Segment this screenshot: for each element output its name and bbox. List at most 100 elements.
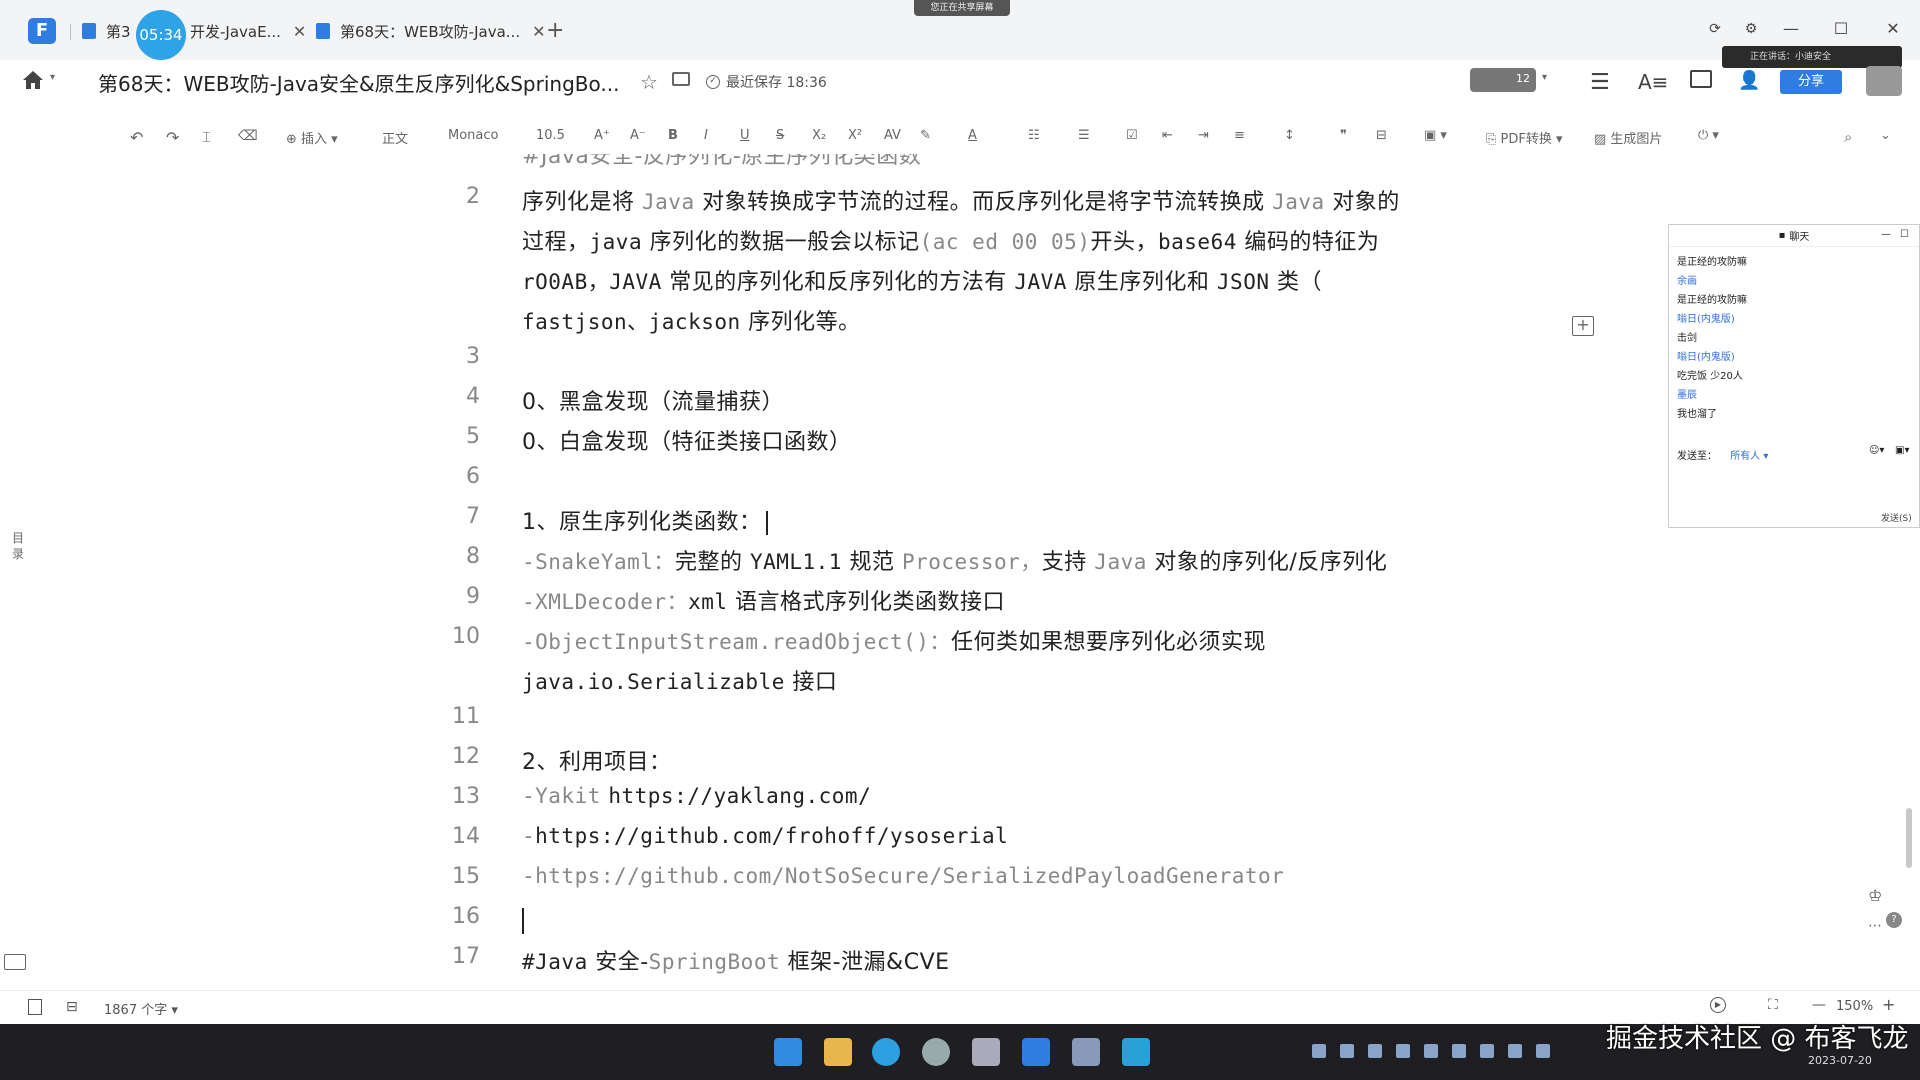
- fullscreen-icon[interactable]: ⛶: [1768, 997, 1778, 1013]
- scrollbar-thumb[interactable]: [1906, 808, 1912, 868]
- emoji-icon[interactable]: ☺▾: [1869, 445, 1884, 456]
- pdf-convert-button[interactable]: ⎘ PDF转换 ▾: [1486, 128, 1563, 147]
- send-button[interactable]: 发送(S): [1881, 511, 1912, 524]
- file-explorer-icon[interactable]: [824, 1038, 852, 1066]
- refresh-icon[interactable]: ⟳: [1700, 14, 1730, 44]
- page-layout-icon[interactable]: ⊟: [66, 999, 78, 1015]
- underline-icon[interactable]: U: [740, 128, 750, 143]
- send-to-select[interactable]: 所有人: [1730, 451, 1760, 462]
- tab-item-3[interactable]: 第68天：WEB攻防-Java... ✕: [316, 16, 546, 46]
- chevron-down-icon[interactable]: ⌄: [1880, 128, 1891, 143]
- tray-icon[interactable]: [1312, 1044, 1326, 1058]
- tray-icon[interactable]: [1536, 1044, 1550, 1058]
- italic-icon[interactable]: I: [704, 128, 708, 143]
- close-window-button[interactable]: ✕: [1878, 14, 1908, 44]
- word-count[interactable]: 1867 个字 ▾: [104, 999, 178, 1018]
- redo-icon[interactable]: ↷: [166, 128, 179, 147]
- tray-icon[interactable]: [1424, 1044, 1438, 1058]
- generate-image-button[interactable]: ▨ 生成图片: [1594, 128, 1662, 147]
- numbered-list-icon[interactable]: ☰: [1078, 128, 1090, 143]
- bold-icon[interactable]: B: [668, 128, 678, 143]
- char-spacing-icon[interactable]: AV: [884, 128, 901, 143]
- font-color-icon[interactable]: A: [968, 128, 977, 143]
- quote-icon[interactable]: ❞: [1340, 128, 1347, 143]
- tab-item-2[interactable]: 开发-JavaE... ✕: [190, 16, 306, 46]
- new-tab-button[interactable]: +: [546, 18, 564, 43]
- toc-sidebar-toggle[interactable]: 目录: [12, 530, 28, 562]
- tray-icon[interactable]: [1340, 1044, 1354, 1058]
- add-comment-icon[interactable]: +: [1572, 316, 1594, 336]
- chevron-down-icon[interactable]: ▾: [50, 72, 55, 83]
- start-menu-icon[interactable]: [774, 1038, 802, 1066]
- present-icon[interactable]: [1690, 70, 1712, 88]
- folder-icon[interactable]: [672, 72, 690, 86]
- zoom-level[interactable]: 150%: [1836, 999, 1873, 1014]
- add-user-icon[interactable]: 👤: [1738, 70, 1760, 91]
- play-icon[interactable]: ▶: [1710, 997, 1726, 1013]
- home-icon[interactable]: [22, 70, 44, 90]
- docs-app-icon[interactable]: [1022, 1038, 1050, 1066]
- app-logo-icon[interactable]: F: [28, 18, 56, 44]
- keyboard-icon[interactable]: [4, 954, 26, 970]
- image-icon[interactable]: ▣ ▾: [1424, 128, 1447, 143]
- meeting-app-icon[interactable]: [1122, 1038, 1150, 1066]
- tray-icon[interactable]: [1396, 1044, 1410, 1058]
- chrome-icon[interactable]: [922, 1038, 950, 1066]
- subscript-icon[interactable]: X₂: [812, 128, 826, 143]
- zoom-in-button[interactable]: +: [1882, 995, 1895, 1014]
- align-icon[interactable]: ≡: [1234, 128, 1245, 143]
- highlight-icon[interactable]: ✎: [920, 128, 931, 143]
- menu-icon[interactable]: ☰: [1590, 70, 1610, 95]
- tray-icon[interactable]: [1508, 1044, 1522, 1058]
- app-icon[interactable]: [972, 1038, 1000, 1066]
- share-button[interactable]: 分享: [1780, 70, 1842, 94]
- plugin-icon[interactable]: ⏻ ▾: [1698, 128, 1719, 143]
- zoom-out-button[interactable]: —: [1812, 997, 1826, 1013]
- paragraph-style-select[interactable]: 正文: [382, 128, 408, 147]
- bullet-list-icon[interactable]: ☷: [1028, 128, 1040, 143]
- increase-font-icon[interactable]: A⁺: [594, 128, 610, 143]
- shirt-icon[interactable]: ♔: [1868, 886, 1882, 905]
- outdent-icon[interactable]: ⇤: [1162, 128, 1173, 143]
- star-icon[interactable]: ☆: [640, 70, 658, 94]
- browser-icon[interactable]: [872, 1038, 900, 1066]
- font-family-select[interactable]: Monaco: [448, 128, 498, 143]
- insert-button[interactable]: ⊕ 插入 ▾: [286, 128, 338, 147]
- chevron-down-icon[interactable]: ▾: [1542, 72, 1547, 83]
- collaborator-avatars[interactable]: 12: [1470, 68, 1536, 92]
- editor-area[interactable]: #Java安全-反序列化-原生序列化类函数 2 序列化是将 Java 对象转换成…: [0, 154, 1920, 990]
- tray-icon[interactable]: [1452, 1044, 1466, 1058]
- outline-icon[interactable]: [28, 999, 42, 1015]
- decrease-font-icon[interactable]: A⁻: [630, 128, 646, 143]
- send-to-row: 发送至： 所有人 ▾: [1677, 451, 1769, 462]
- divider-icon[interactable]: ⊟: [1376, 128, 1387, 143]
- minimize-button[interactable]: —: [1776, 14, 1806, 44]
- minimize-button[interactable]: —: [1881, 229, 1891, 240]
- page-title[interactable]: 第68天：WEB攻防-Java安全&原生反序列化&SpringBo...: [98, 68, 619, 97]
- font-size-select[interactable]: 10.5: [536, 128, 565, 143]
- tray-icon[interactable]: [1480, 1044, 1494, 1058]
- superscript-icon[interactable]: X²: [848, 128, 862, 143]
- undo-icon[interactable]: ↶: [130, 128, 143, 147]
- close-icon[interactable]: ✕: [532, 22, 545, 41]
- eraser-icon[interactable]: ⌫: [238, 128, 258, 144]
- tray-icon[interactable]: [1368, 1044, 1382, 1058]
- image-icon[interactable]: ▣▾: [1895, 445, 1909, 456]
- line-spacing-icon[interactable]: ↕: [1284, 128, 1295, 143]
- maximize-button[interactable]: ☐: [1826, 14, 1856, 44]
- format-painter-icon[interactable]: ⌶: [202, 128, 211, 146]
- checkbox-list-icon[interactable]: ☑: [1126, 128, 1138, 143]
- taskbar-date[interactable]: 2023-07-20: [1808, 1054, 1872, 1067]
- avatar[interactable]: [1866, 66, 1902, 96]
- text-style-icon[interactable]: A≡: [1638, 70, 1668, 94]
- tab-item-1[interactable]: 第3: [82, 16, 131, 46]
- close-icon[interactable]: ✕: [293, 22, 306, 41]
- strikethrough-icon[interactable]: S: [776, 128, 784, 143]
- app-icon[interactable]: [1072, 1038, 1100, 1066]
- help-icon[interactable]: ?: [1886, 912, 1902, 928]
- more-icon[interactable]: ⋯: [1868, 918, 1882, 934]
- search-icon[interactable]: ⌕: [1844, 128, 1852, 146]
- maximize-button[interactable]: ☐: [1900, 229, 1909, 240]
- indent-icon[interactable]: ⇥: [1198, 128, 1209, 143]
- settings-icon[interactable]: ⚙: [1736, 14, 1766, 44]
